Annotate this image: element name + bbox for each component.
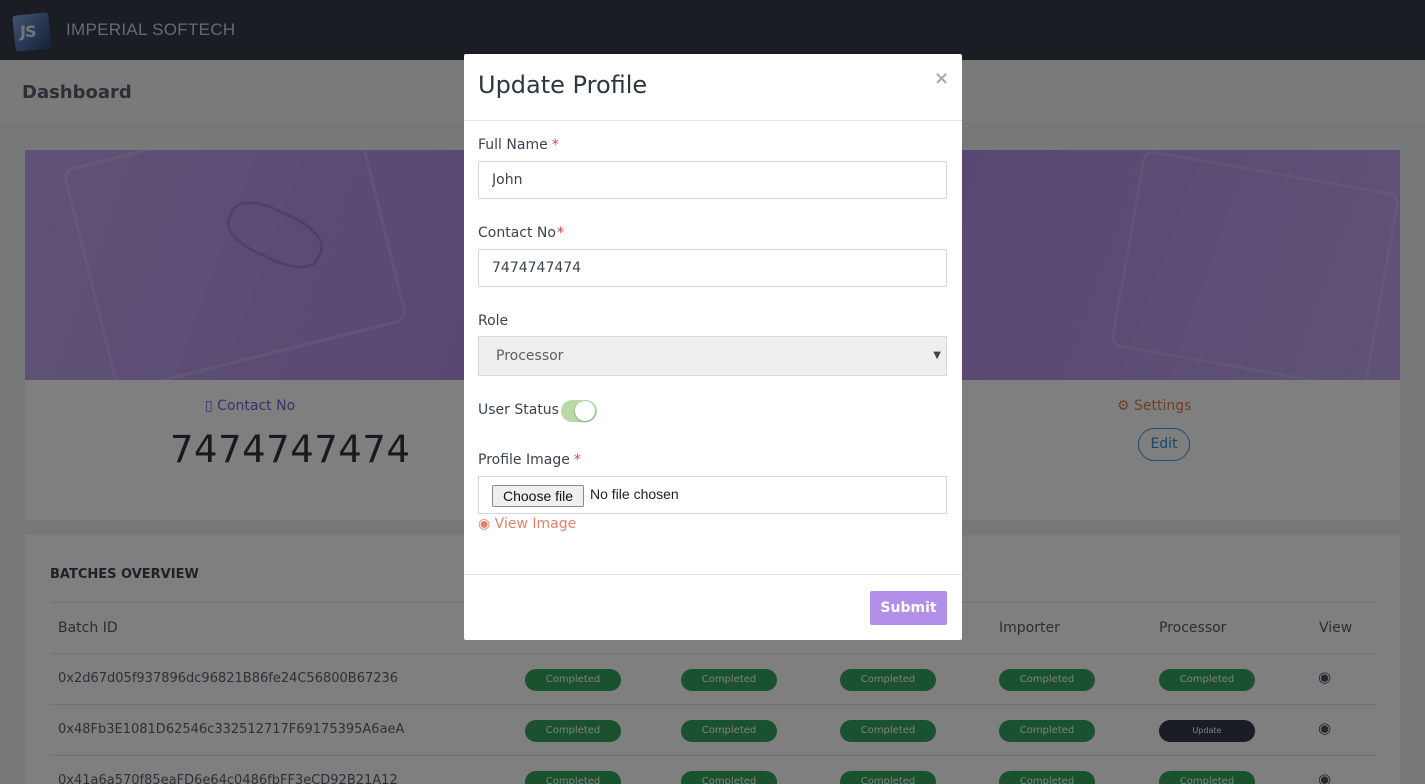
caret-down-icon: ▼ — [933, 350, 941, 361]
role-label: Role — [478, 313, 509, 329]
full-name-input[interactable] — [478, 161, 947, 199]
submit-button[interactable]: Submit — [870, 591, 947, 625]
required-mark: * — [551, 137, 559, 153]
file-status-text: No file chosen — [590, 486, 679, 502]
role-select[interactable]: Processor ▼ — [478, 336, 947, 376]
profile-image-label: Profile Image * — [478, 452, 581, 468]
profile-image-label-text: Profile Image — [478, 452, 570, 468]
modal-footer-divider — [464, 574, 962, 575]
contact-no-field-label: Contact No* — [478, 225, 564, 241]
modal-title: Update Profile — [478, 71, 648, 99]
view-image-link[interactable]: ◉ View Image — [478, 516, 576, 532]
contact-no-input[interactable] — [478, 249, 947, 287]
full-name-label: Full Name * — [478, 137, 559, 153]
required-mark: * — [573, 452, 581, 468]
role-selected-value: Processor — [496, 348, 564, 364]
full-name-label-text: Full Name — [478, 137, 548, 153]
modal-header: Update Profile × — [464, 54, 962, 121]
user-status-label: User Status — [478, 402, 559, 418]
choose-file-button[interactable]: Choose file — [492, 485, 584, 507]
user-status-toggle[interactable] — [561, 400, 597, 422]
toggle-knob — [575, 401, 595, 421]
required-mark: * — [556, 225, 564, 241]
close-icon[interactable]: × — [934, 68, 949, 89]
contact-no-field-label-text: Contact No — [478, 225, 556, 241]
profile-image-file-input[interactable]: Choose file No file chosen — [478, 476, 947, 514]
view-image-text: View Image — [494, 516, 577, 532]
update-profile-modal: Update Profile × Full Name* Contact No* … — [464, 54, 962, 640]
eye-icon: ◉ — [478, 516, 491, 532]
